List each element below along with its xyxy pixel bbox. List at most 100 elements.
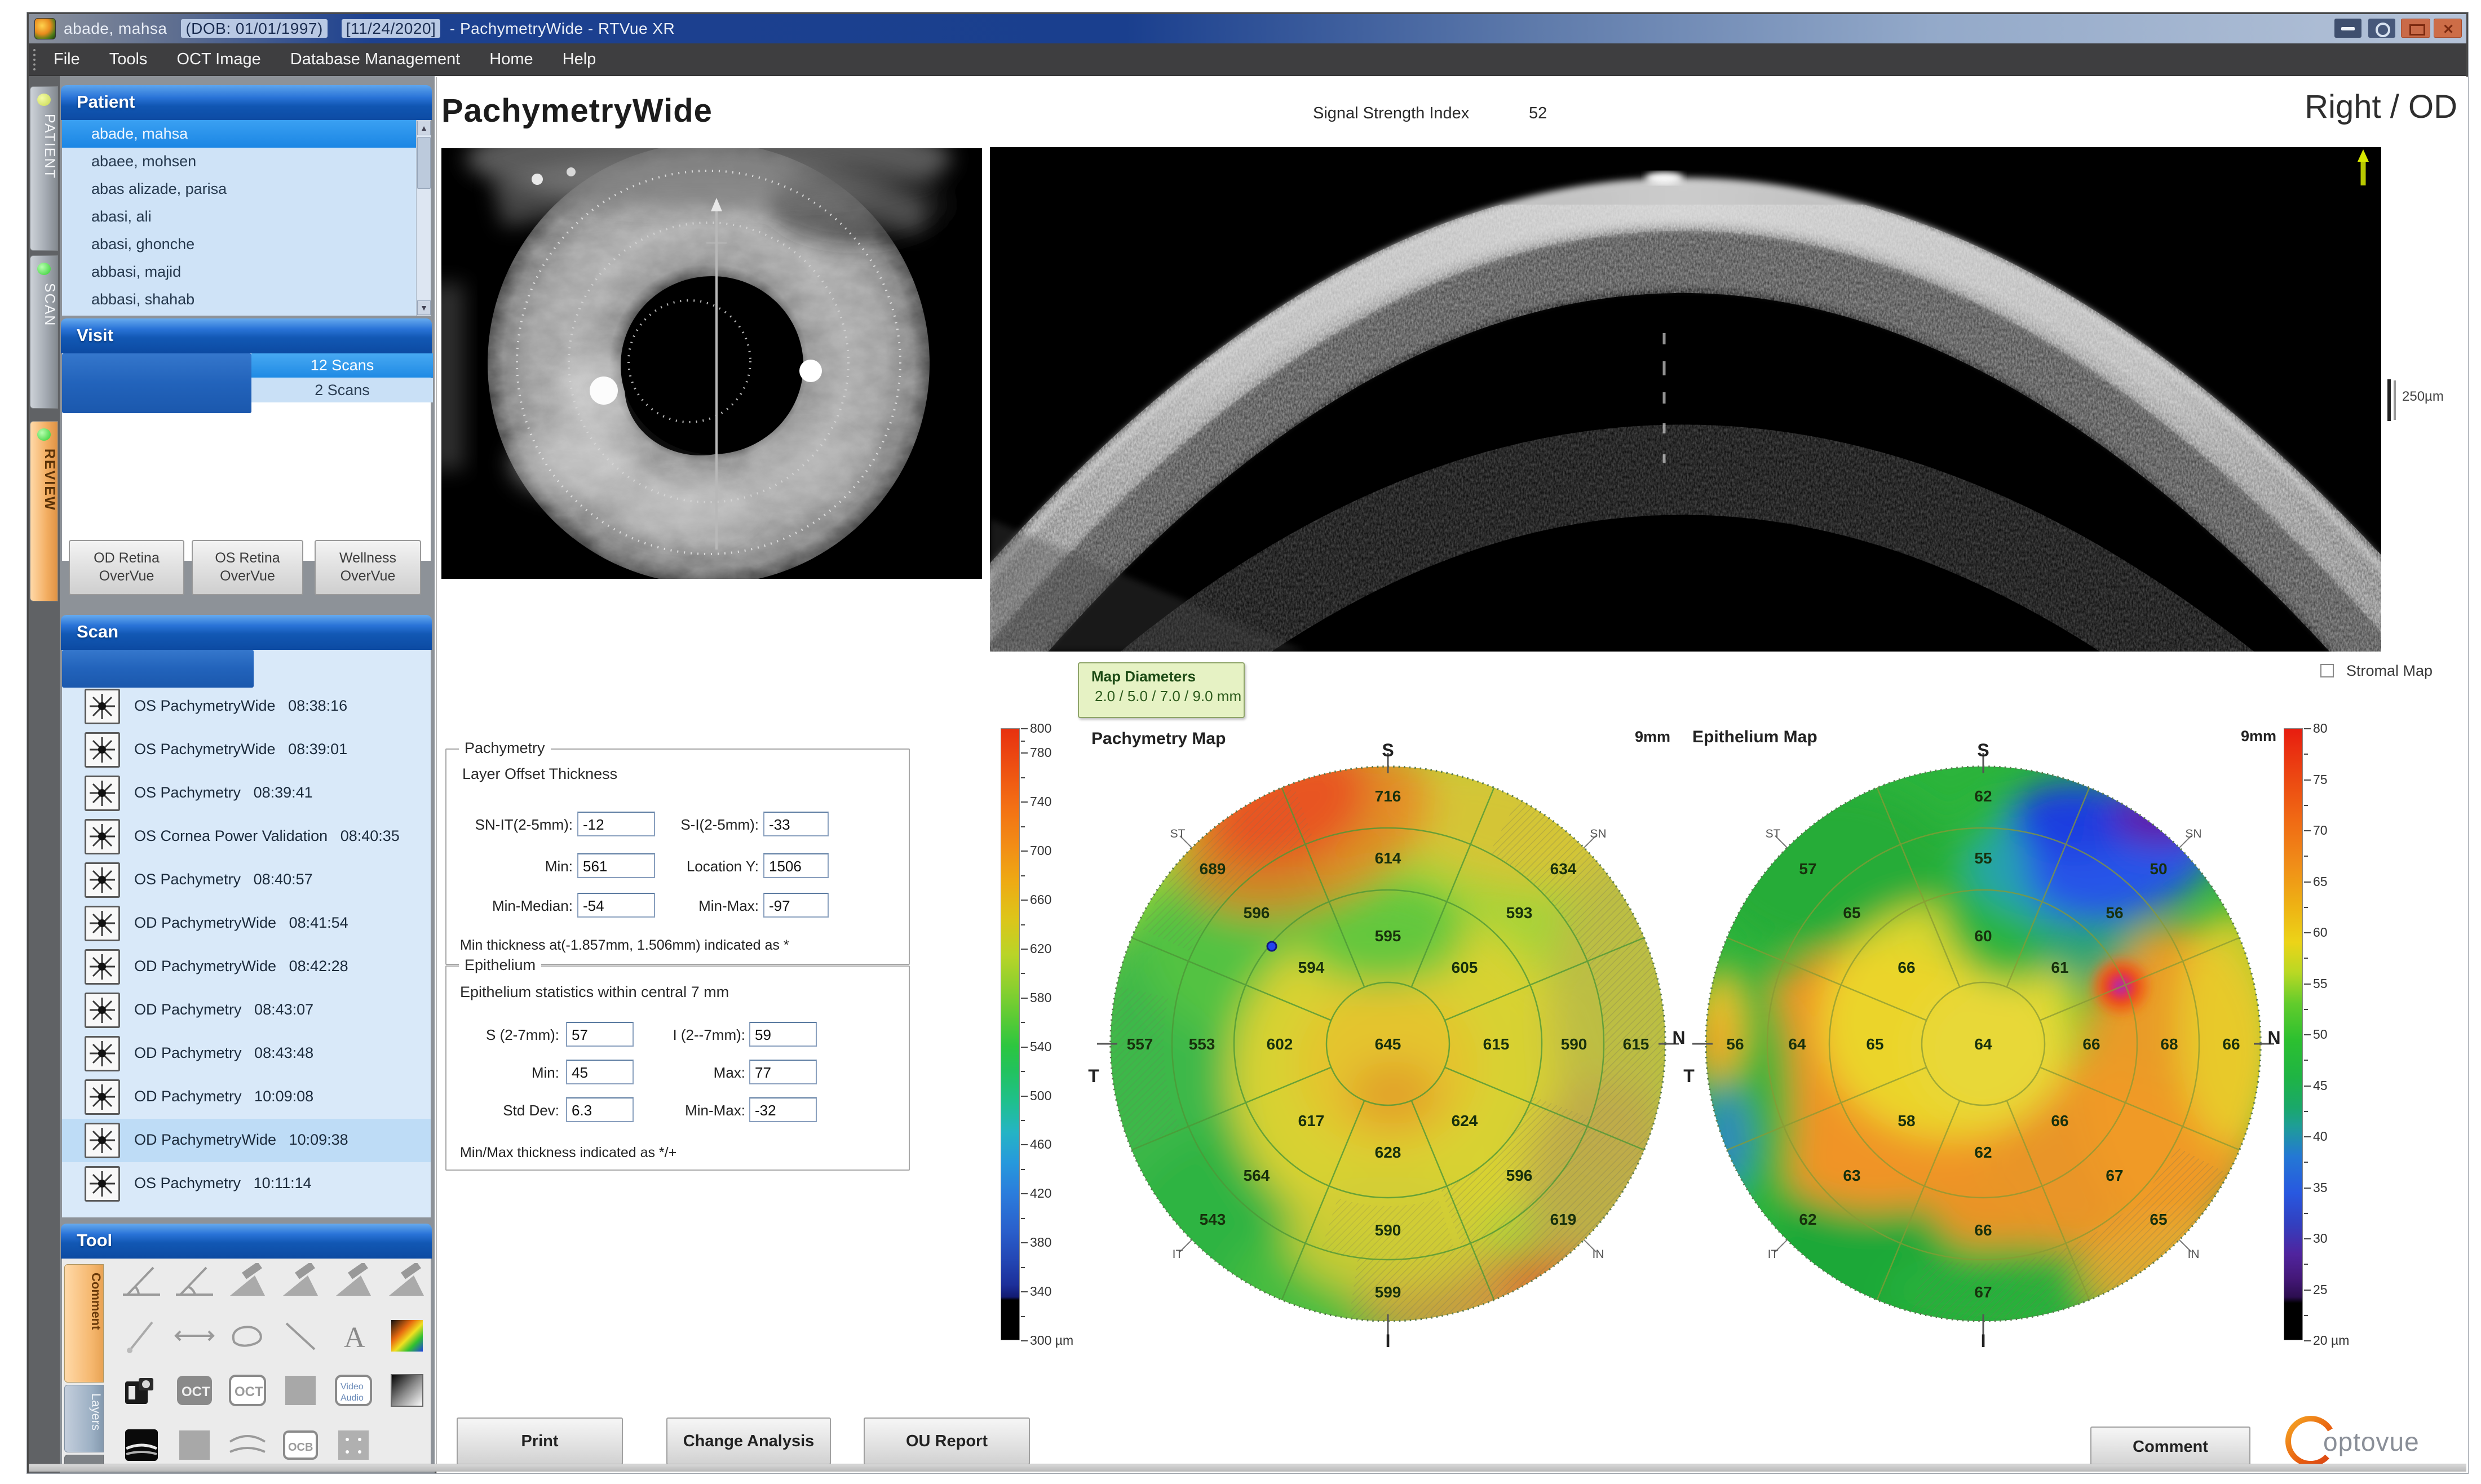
scan-row[interactable]: OD Pachymetry 10:09:08 — [62, 1075, 431, 1119]
scan-row[interactable]: OS Pachymetry 08:40:57 — [62, 858, 431, 902]
scan-row[interactable]: OS Cornea Power Validation 08:40:35 — [62, 815, 431, 858]
field-epi-max[interactable]: 77 — [749, 1060, 817, 1084]
scan-thumbnail-icon[interactable] — [85, 1036, 120, 1071]
scan-row[interactable]: OS Pachymetry 08:39:41 — [62, 772, 431, 815]
patient-row[interactable]: abasi, ali — [62, 203, 431, 231]
line-probe-tool-icon[interactable] — [120, 1318, 163, 1357]
field-min-median[interactable]: -54 — [577, 893, 655, 918]
menu-home[interactable]: Home — [475, 43, 547, 76]
color-map-tool-icon[interactable] — [384, 1318, 428, 1357]
field-s-i[interactable]: -33 — [763, 812, 829, 836]
field-sn-it[interactable]: -12 — [577, 812, 655, 836]
scan-thumbnail-icon[interactable] — [85, 776, 120, 811]
dots-region-tool-icon[interactable] — [331, 1427, 375, 1466]
scan-row[interactable]: OD PachymetryWide 10:09:38 — [62, 1119, 431, 1162]
patient-scrollbar[interactable]: ▲ ▼ — [416, 120, 431, 316]
menu-help[interactable]: Help — [548, 43, 611, 76]
title-bar[interactable]: abade, mahsa (DOB: 01/01/1997) [11/24/20… — [29, 14, 2466, 43]
patient-row[interactable]: abasi, ghonche — [62, 231, 431, 258]
text-tool-icon[interactable]: A — [331, 1318, 375, 1357]
od-retina-overvue-button[interactable]: OD RetinaOverVue — [69, 540, 184, 595]
sidebar-tab-patient[interactable]: PATIENT — [30, 86, 58, 251]
patient-row[interactable]: abbasi, majid — [62, 258, 431, 286]
scroll-down-icon[interactable]: ▼ — [417, 300, 431, 315]
scan-row[interactable]: OS Pachymetry 10:11:14 — [62, 1162, 431, 1206]
distance-tool-icon[interactable] — [173, 1318, 216, 1357]
patient-panel-header[interactable]: Patient — [61, 85, 432, 120]
scan-row[interactable]: OD PachymetryWide 08:41:54 — [62, 902, 431, 945]
tool-tab-comment[interactable]: Comment — [64, 1264, 104, 1383]
field-stddev[interactable]: 6.3 — [566, 1097, 634, 1122]
angle-2-tool-icon[interactable] — [173, 1263, 216, 1302]
scroll-up-icon[interactable]: ▲ — [417, 121, 431, 135]
comment-button[interactable]: Comment — [2090, 1427, 2250, 1467]
field-min-max[interactable]: -97 — [763, 893, 829, 918]
maximize-button[interactable] — [2401, 19, 2430, 38]
os-retina-overvue-button[interactable]: OS RetinaOverVue — [192, 540, 303, 595]
field-epi-min[interactable]: 45 — [566, 1060, 634, 1084]
visit-scan-count-selected[interactable]: 12 Scans — [251, 353, 433, 378]
region-2-tool-icon[interactable] — [173, 1427, 216, 1466]
scan-thumbnail-icon[interactable] — [85, 819, 120, 854]
patient-row[interactable]: abaee, mohsen — [62, 148, 431, 175]
wellness-overvue-button[interactable]: WellnessOverVue — [315, 540, 421, 595]
grayscale-tool-icon[interactable] — [384, 1372, 428, 1411]
change-analysis-button[interactable]: Change Analysis — [666, 1417, 831, 1465]
scan-thumbnail-icon[interactable] — [85, 1123, 120, 1158]
field-s27[interactable]: 57 — [566, 1022, 634, 1047]
field-i27[interactable]: 59 — [749, 1022, 817, 1047]
scan-row[interactable]: OD Pachymetry 08:43:48 — [62, 1032, 431, 1075]
scroll-thumb[interactable] — [417, 137, 431, 189]
scan-thumbnail-icon[interactable] — [85, 862, 120, 898]
eye-photo[interactable] — [441, 148, 982, 579]
print-button[interactable]: Print — [457, 1417, 623, 1465]
scan-row[interactable]: OD PachymetryWide 08:42:28 — [62, 945, 431, 989]
patient-row[interactable]: abas alizade, parisa — [62, 175, 431, 203]
stromal-map-checkbox[interactable] — [2320, 664, 2334, 677]
ou-report-button[interactable]: OU Report — [864, 1417, 1030, 1465]
field-min[interactable]: 561 — [577, 853, 655, 878]
scan-thumbnail-icon[interactable] — [85, 1166, 120, 1202]
scan-thumbnail-icon[interactable] — [85, 906, 120, 941]
minimize-button[interactable] — [2334, 19, 2361, 38]
close-button[interactable] — [2434, 19, 2462, 38]
curves-tool-icon[interactable] — [225, 1427, 269, 1466]
protractor-tool-icon[interactable] — [225, 1263, 269, 1302]
scan-group-block[interactable] — [62, 650, 254, 688]
oct-dark-tool-icon[interactable]: OCT — [173, 1372, 216, 1411]
patient-row-selected[interactable]: abade, mahsa — [62, 120, 431, 148]
scan-thumbnail-icon[interactable] — [85, 993, 120, 1028]
oct-bscan-image[interactable] — [990, 147, 2381, 652]
menu-oct-image[interactable]: OCT Image — [162, 43, 275, 76]
pachymetry-map[interactable]: 6455956056156246286176025946145935905965… — [1083, 739, 1692, 1348]
scan-row[interactable]: OS PachymetryWide 08:39:01 — [62, 728, 431, 772]
region-tool-icon[interactable] — [278, 1372, 322, 1411]
field-location-y[interactable]: 1506 — [763, 853, 829, 878]
tool-tab-layers[interactable]: Layers — [64, 1385, 104, 1452]
restore-button[interactable] — [2368, 19, 2395, 38]
menu-tools[interactable]: Tools — [95, 43, 162, 76]
protractor-3-tool-icon[interactable] — [331, 1263, 375, 1302]
protractor-2-tool-icon[interactable] — [278, 1263, 322, 1302]
scan-thumbnail-icon[interactable] — [85, 1079, 120, 1115]
bscan-view-tool-icon[interactable] — [120, 1427, 163, 1466]
oct-light-tool-icon[interactable]: OCT — [225, 1372, 269, 1411]
scan-panel-header[interactable]: Scan — [61, 615, 432, 650]
angle-tool-icon[interactable] — [120, 1263, 163, 1302]
line-tool-icon[interactable] — [278, 1318, 322, 1357]
camera-tool-icon[interactable] — [120, 1372, 163, 1411]
menu-file[interactable]: File — [39, 43, 95, 76]
freehand-tool-icon[interactable] — [225, 1318, 269, 1357]
scan-row[interactable]: OS PachymetryWide 08:38:16 — [62, 685, 431, 728]
scan-thumbnail-icon[interactable] — [85, 949, 120, 985]
scan-thumbnail-icon[interactable] — [85, 732, 120, 768]
protractor-4-tool-icon[interactable] — [384, 1263, 428, 1302]
visit-scan-count-2[interactable]: 2 Scans — [251, 378, 433, 402]
scan-thumbnail-icon[interactable] — [85, 689, 120, 724]
field-epi-minmax[interactable]: -32 — [749, 1097, 817, 1122]
sidebar-tab-review[interactable]: REVIEW — [30, 421, 58, 601]
ocb-tool-icon[interactable]: OCB — [278, 1427, 322, 1466]
visit-selected-date-block[interactable] — [62, 353, 251, 413]
menu-database-management[interactable]: Database Management — [276, 43, 475, 76]
patient-row[interactable]: abbasi, shahab — [62, 286, 431, 313]
